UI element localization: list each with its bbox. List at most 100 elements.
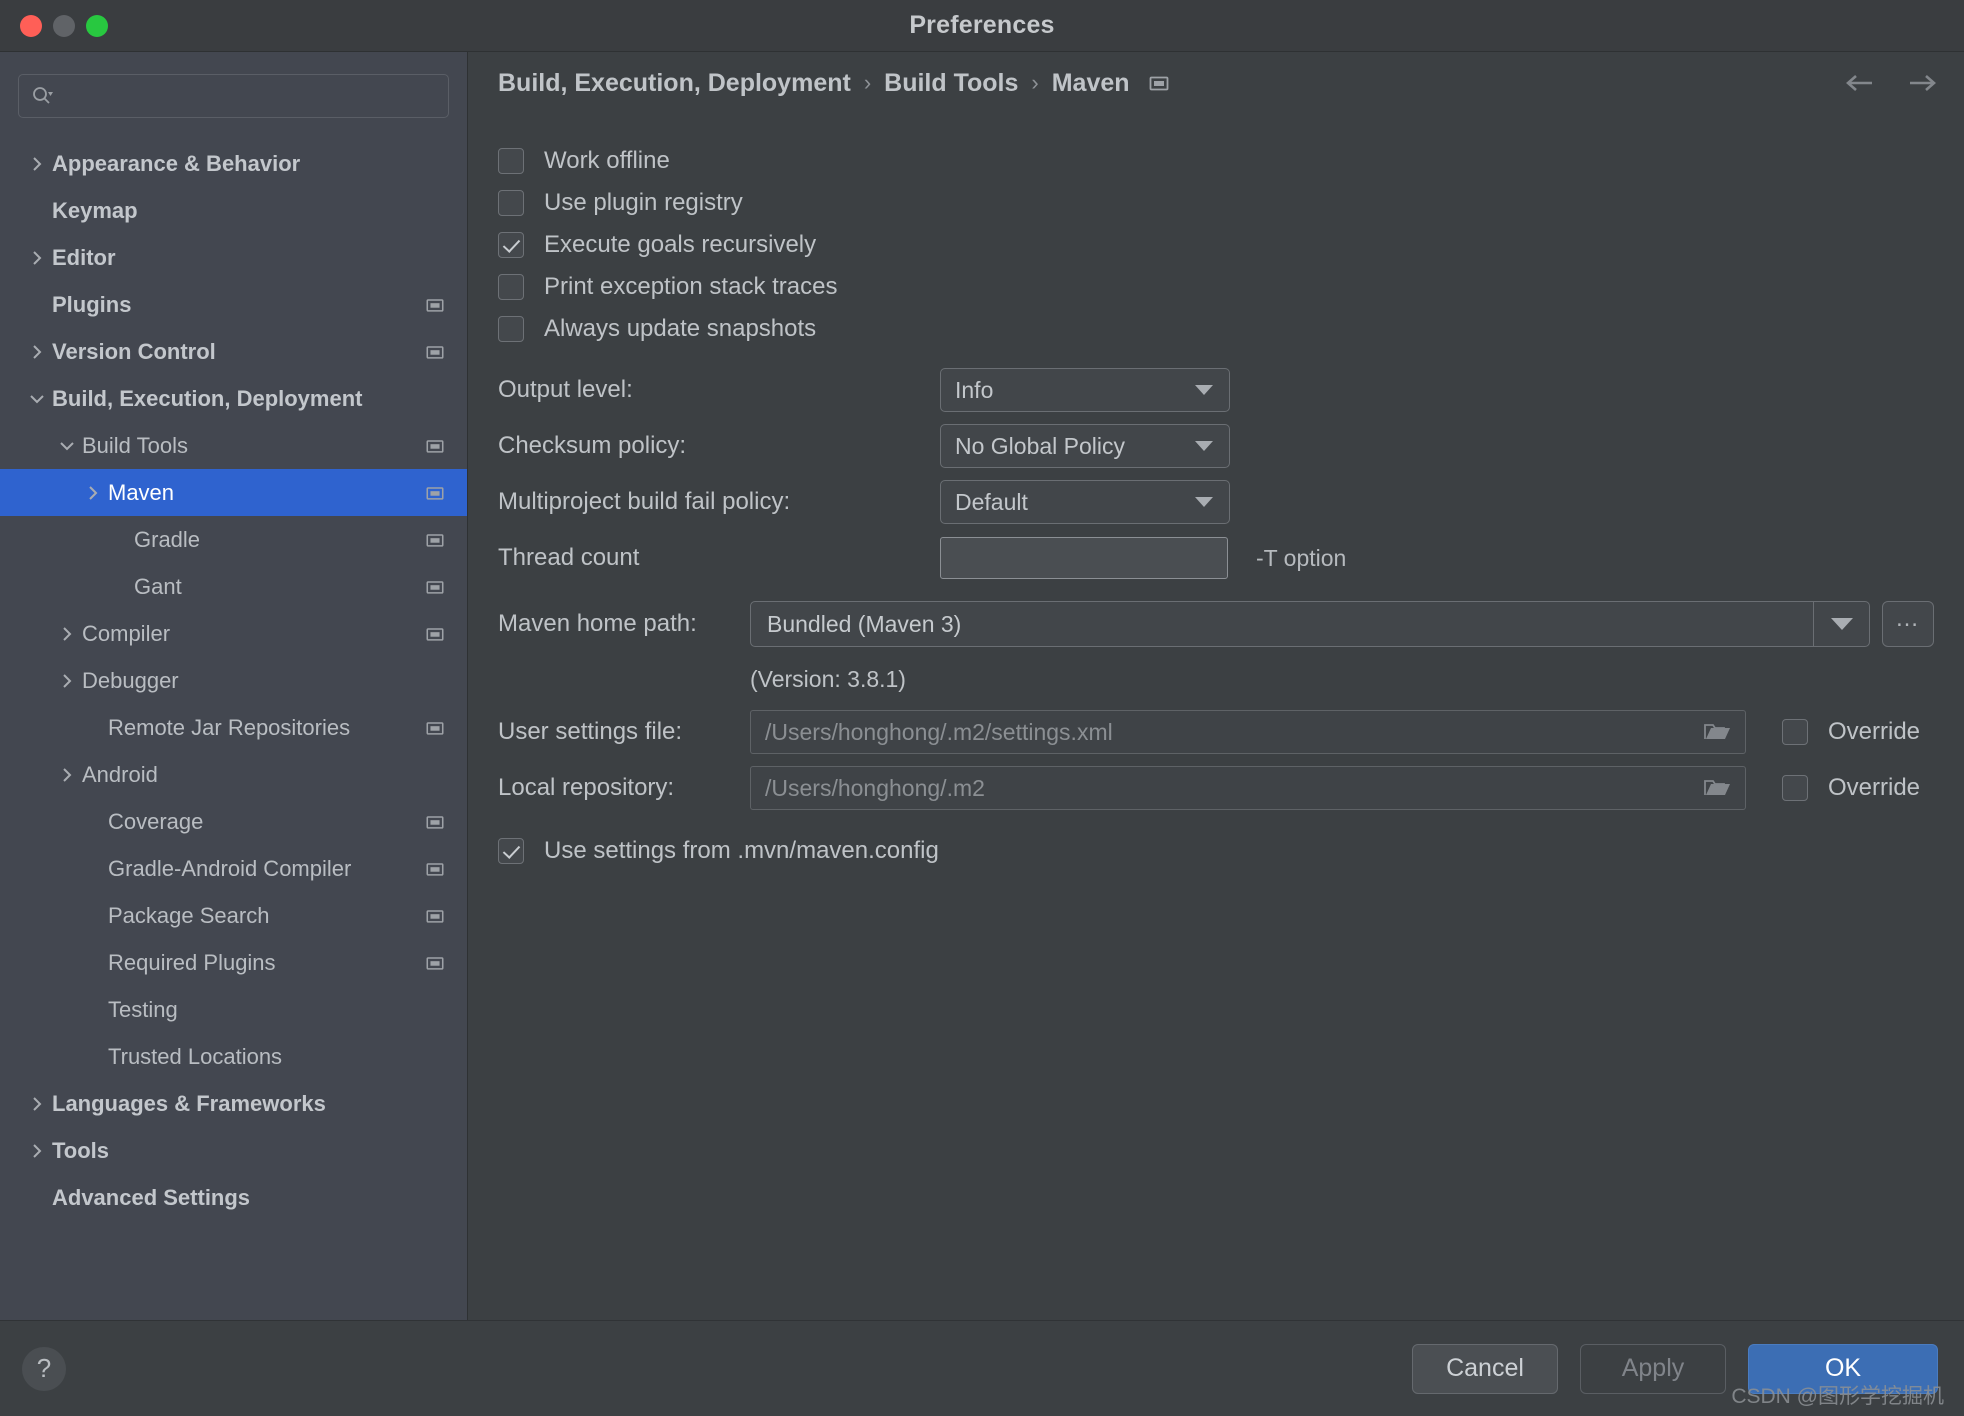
row-output-level: Output level: Info (498, 362, 1934, 418)
chevron-down-icon[interactable] (52, 437, 82, 455)
arrow-left-icon[interactable] (1842, 71, 1878, 95)
project-settings-badge-icon (425, 530, 445, 550)
apply-button[interactable]: Apply (1580, 1343, 1726, 1394)
user-settings-file-override-checkbox[interactable] (1782, 719, 1808, 745)
project-settings-badge-icon (425, 812, 445, 832)
checkbox-label: Always update snapshots (544, 315, 817, 342)
breadcrumb-part-1[interactable]: Build, Execution, Deployment (498, 69, 851, 98)
help-button[interactable]: ? (22, 1346, 66, 1391)
chevron-right-icon[interactable] (22, 343, 52, 361)
sidebar-item-keymap[interactable]: Keymap (0, 187, 467, 234)
ok-button[interactable]: OK (1748, 1343, 1938, 1394)
sidebar-item-appearance-behavior[interactable]: Appearance & Behavior (0, 140, 467, 187)
sidebar-item-languages-frameworks[interactable]: Languages & Frameworks (0, 1080, 467, 1127)
local-repository-override-checkbox[interactable] (1782, 775, 1808, 801)
chevron-right-icon[interactable] (52, 766, 82, 784)
sidebar-item-coverage[interactable]: Coverage (0, 798, 467, 845)
maven-settings-form: Work offline Use plugin registry Execute g… (468, 114, 1964, 1320)
breadcrumb: Build, Execution, Deployment › Build Too… (468, 52, 1964, 114)
sidebar-item-trusted-locations[interactable]: Trusted Locations (0, 1033, 467, 1080)
thread-count-input[interactable] (940, 537, 1228, 579)
sidebar-item-gradle-android-compiler[interactable]: Gradle-Android Compiler (0, 845, 467, 892)
local-repository-input[interactable]: /Users/honghong/.m2 (750, 766, 1746, 810)
mvn-config-row[interactable]: Use settings from .mvn/maven.config (498, 830, 1934, 872)
checksum-policy-select[interactable]: No Global Policy (940, 424, 1230, 468)
chevron-right-icon[interactable] (78, 484, 108, 502)
history-navigation (1842, 71, 1940, 95)
chevron-right-icon[interactable] (22, 249, 52, 267)
sidebar-item-advanced-settings[interactable]: Advanced Settings (0, 1174, 467, 1221)
local-repository-override-row[interactable]: Override (1782, 774, 1920, 802)
mvn-config-checkbox[interactable] (498, 838, 524, 864)
sidebar-item-tools[interactable]: Tools (0, 1127, 467, 1174)
output-level-select[interactable]: Info (940, 368, 1230, 412)
sidebar-item-label: Trusted Locations (108, 1043, 283, 1069)
chevron-down-icon[interactable] (22, 390, 52, 408)
sidebar-item-gradle[interactable]: Gradle (0, 516, 467, 563)
option-row-use-plugin-registry[interactable]: Use plugin registry (498, 182, 1934, 224)
sidebar-item-package-search[interactable]: Package Search (0, 892, 467, 939)
breadcrumb-part-3[interactable]: Maven (1052, 69, 1130, 98)
sidebar-item-gant[interactable]: Gant (0, 563, 467, 610)
option-row-always-update-snapshots[interactable]: Always update snapshots (498, 308, 1934, 350)
option-row-work-offline[interactable]: Work offline (498, 140, 1934, 182)
checkbox-always-update-snapshots[interactable] (498, 316, 524, 342)
sidebar-item-debugger[interactable]: Debugger (0, 657, 467, 704)
maven-home-path-label: Maven home path: (498, 610, 697, 637)
mvn-config-label: Use settings from .mvn/maven.config (544, 837, 939, 864)
sidebar-item-version-control[interactable]: Version Control (0, 328, 467, 375)
breadcrumb-part-2[interactable]: Build Tools (884, 69, 1018, 98)
checkbox-print-exception-stack-traces[interactable] (498, 274, 524, 300)
user-settings-file-override-row[interactable]: Override (1782, 718, 1920, 746)
cancel-button[interactable]: Cancel (1412, 1343, 1558, 1394)
sidebar-item-testing[interactable]: Testing (0, 986, 467, 1033)
search-box[interactable] (18, 74, 449, 118)
dialog-body: Appearance & Behavior Keymap Editor Plugins… (0, 52, 1964, 1320)
project-settings-badge-icon (425, 295, 445, 315)
arrow-right-icon[interactable] (1904, 71, 1940, 95)
folder-icon[interactable] (1689, 767, 1745, 809)
override-label: Override (1828, 774, 1921, 801)
checkbox-execute-goals-recursively[interactable] (498, 232, 524, 258)
chevron-right-icon[interactable] (22, 1095, 52, 1113)
multiproject-build-fail-policy-select[interactable]: Default (940, 480, 1230, 524)
sidebar-item-label: Version Control (52, 338, 216, 364)
chevron-down-icon[interactable] (1813, 602, 1869, 646)
project-settings-badge-icon (425, 342, 445, 362)
sidebar-item-build-tools[interactable]: Build Tools (0, 422, 467, 469)
chevron-right-icon[interactable] (22, 155, 52, 173)
local-repository-value: /Users/honghong/.m2 (765, 774, 985, 801)
search-container (0, 52, 467, 134)
maven-home-path-combo[interactable]: Bundled (Maven 3) (750, 601, 1870, 647)
sidebar-item-required-plugins[interactable]: Required Plugins (0, 939, 467, 986)
dialog-footer: ? Cancel Apply OK CSDN @图形学挖掘机 (0, 1320, 1964, 1416)
sidebar-item-label: Plugins (52, 291, 132, 317)
project-settings-badge-icon (1148, 72, 1170, 94)
chevron-right-icon[interactable] (52, 625, 82, 643)
checkbox-work-offline[interactable] (498, 148, 524, 174)
sidebar-item-compiler[interactable]: Compiler (0, 610, 467, 657)
user-settings-file-input[interactable]: /Users/honghong/.m2/settings.xml (750, 710, 1746, 754)
sidebar-item-android[interactable]: Android (0, 751, 467, 798)
checkbox-label: Use plugin registry (544, 189, 743, 216)
option-row-print-exception-stack-traces[interactable]: Print exception stack traces (498, 266, 1934, 308)
user-settings-file-label: User settings file: (498, 718, 683, 745)
folder-icon[interactable] (1689, 711, 1745, 753)
maven-home-path-row: Maven home path: Bundled (Maven 3) … (498, 594, 1934, 654)
chevron-down-icon (1195, 441, 1213, 451)
option-row-execute-goals-recursively[interactable]: Execute goals recursively (498, 224, 1934, 266)
sidebar-item-label: Compiler (82, 620, 171, 646)
sidebar-item-build-execution-deployment[interactable]: Build, Execution, Deployment (0, 375, 467, 422)
sidebar-item-label: Tools (52, 1137, 110, 1163)
sidebar-item-editor[interactable]: Editor (0, 234, 467, 281)
chevron-right-icon[interactable] (52, 672, 82, 690)
sidebar-item-maven[interactable]: Maven (0, 469, 467, 516)
sidebar-item-remote-jar-repositories[interactable]: Remote Jar Repositories (0, 704, 467, 751)
sidebar-item-plugins[interactable]: Plugins (0, 281, 467, 328)
checkbox-label: Execute goals recursively (544, 231, 817, 258)
search-input[interactable] (59, 85, 436, 107)
sidebar-item-label: Remote Jar Repositories (108, 714, 351, 740)
maven-home-browse-button[interactable]: … (1882, 601, 1934, 647)
chevron-right-icon[interactable] (22, 1142, 52, 1160)
checkbox-use-plugin-registry[interactable] (498, 190, 524, 216)
